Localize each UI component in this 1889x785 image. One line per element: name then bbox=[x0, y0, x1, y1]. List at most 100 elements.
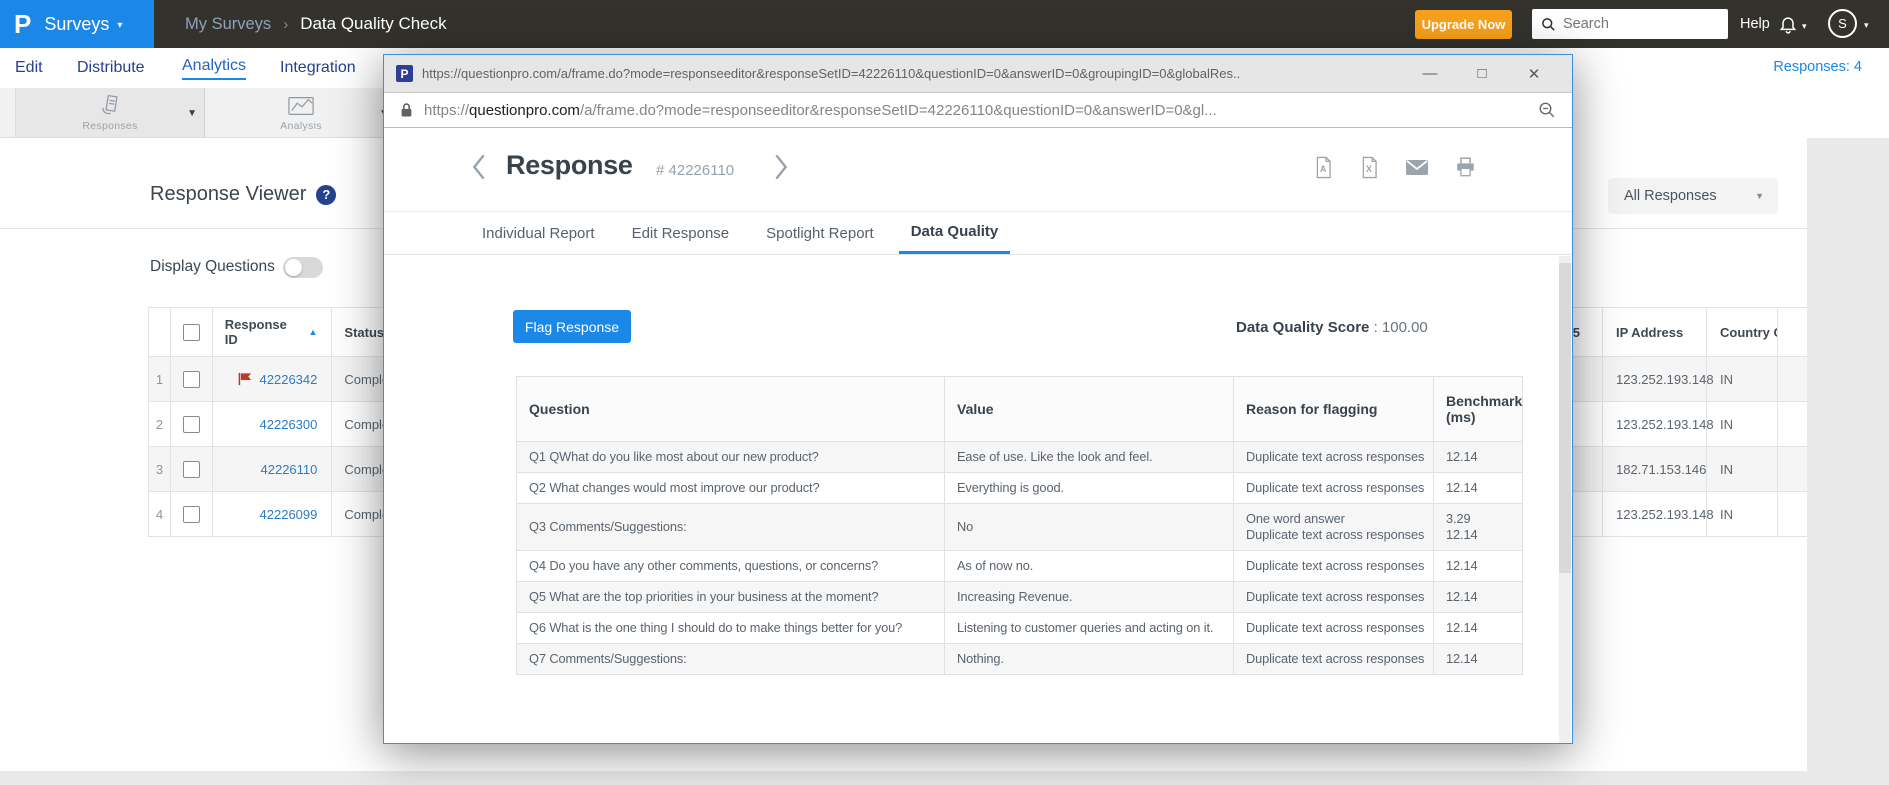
tab-individual-report[interactable]: Individual Report bbox=[470, 212, 607, 254]
tab-edit-response[interactable]: Edit Response bbox=[620, 212, 742, 254]
row-checkbox[interactable] bbox=[183, 506, 200, 523]
tab-data-quality[interactable]: Data Quality bbox=[899, 212, 1011, 254]
column-header-benchmark: Benchmark (ms) bbox=[1434, 377, 1523, 442]
help-icon[interactable]: ? bbox=[316, 185, 336, 205]
table-row: Q2 What changes would most improve our p… bbox=[517, 473, 1523, 504]
modal-scrollbar[interactable] bbox=[1559, 256, 1571, 743]
product-name: Surveys bbox=[44, 14, 109, 35]
question-cell: Q5 What are the top priorities in your b… bbox=[517, 582, 945, 613]
print-icon[interactable] bbox=[1454, 156, 1477, 179]
toolbar-tile-responses[interactable]: Responses ▼ bbox=[15, 88, 205, 137]
search-input[interactable] bbox=[1563, 16, 1713, 32]
flag-icon bbox=[238, 372, 253, 386]
breadcrumb: My Surveys › Data Quality Check bbox=[185, 0, 447, 48]
chevron-down-icon[interactable]: ▼ bbox=[187, 108, 197, 119]
display-questions-label: Display Questions bbox=[150, 258, 275, 276]
analysis-icon bbox=[286, 93, 316, 119]
email-icon[interactable] bbox=[1405, 156, 1429, 179]
benchmark-cell: 12.14 bbox=[1446, 620, 1520, 636]
value-cell: As of now no. bbox=[945, 551, 1234, 582]
country-cell: IN bbox=[1707, 447, 1778, 491]
tab-edit[interactable]: Edit bbox=[15, 48, 43, 88]
data-quality-score: Data Quality Score : 100.00 bbox=[1236, 319, 1428, 336]
row-checkbox[interactable] bbox=[183, 461, 200, 478]
column-header-question: Question bbox=[517, 377, 945, 442]
toolbar-tile-label: Responses bbox=[82, 120, 137, 132]
response-id-link[interactable]: 42226342 bbox=[260, 372, 318, 387]
value-cell: No bbox=[945, 504, 1234, 551]
tab-analytics[interactable]: Analytics bbox=[182, 48, 246, 88]
reason-cell: Duplicate text across responses bbox=[1246, 527, 1431, 543]
question-cell: Q4 Do you have any other comments, quest… bbox=[517, 551, 945, 582]
tab-distribute[interactable]: Distribute bbox=[77, 48, 145, 88]
column-header-ip[interactable]: IP Address bbox=[1603, 308, 1707, 356]
scrollbar-thumb[interactable] bbox=[1559, 263, 1571, 573]
select-all-checkbox[interactable] bbox=[183, 324, 200, 341]
responses-filter-dropdown[interactable]: All Responses ▼ bbox=[1608, 178, 1778, 214]
chevron-down-icon[interactable]: ▾ bbox=[1864, 20, 1869, 31]
response-id-link[interactable]: 42226110 bbox=[261, 462, 318, 477]
response-header: Response # 42226110 A X bbox=[384, 128, 1572, 212]
question-cell: Q1 QWhat do you like most about our new … bbox=[517, 442, 945, 473]
table-row: Q7 Comments/Suggestions: Nothing. Duplic… bbox=[517, 644, 1523, 675]
column-header-value: Value bbox=[945, 377, 1234, 442]
question-cell: Q6 What is the one thing I should do to … bbox=[517, 613, 945, 644]
table-header-row: 5 IP Address Country Co bbox=[1560, 307, 1807, 357]
reason-cell: One word answer bbox=[1246, 511, 1431, 527]
zoom-out-icon[interactable] bbox=[1538, 101, 1556, 119]
global-search bbox=[1532, 9, 1728, 39]
display-questions-toggle[interactable] bbox=[283, 257, 323, 278]
table-row: Q6 What is the one thing I should do to … bbox=[517, 613, 1523, 644]
flag-response-button[interactable]: Flag Response bbox=[513, 310, 631, 343]
question-cell: Q3 Comments/Suggestions: bbox=[517, 504, 945, 551]
svg-text:X: X bbox=[1366, 164, 1372, 174]
address-bar: https://questionpro.com/a/frame.do?mode=… bbox=[384, 93, 1572, 128]
toolbar-tile-analysis[interactable]: Analysis ▼ bbox=[206, 88, 396, 137]
breadcrumb-my-surveys[interactable]: My Surveys bbox=[185, 15, 271, 34]
table-row: Q1 QWhat do you like most about our new … bbox=[517, 442, 1523, 473]
response-id-link[interactable]: 42226300 bbox=[260, 417, 318, 432]
export-excel-icon[interactable]: X bbox=[1359, 156, 1380, 179]
product-switcher[interactable]: P Surveys ▾ bbox=[0, 0, 154, 48]
value-cell: Increasing Revenue. bbox=[945, 582, 1234, 613]
response-id-link[interactable]: 42226099 bbox=[260, 507, 318, 522]
column-header-reason: Reason for flagging bbox=[1234, 377, 1434, 442]
avatar-initial: S bbox=[1838, 16, 1847, 31]
app: P Surveys ▾ My Surveys › Data Quality Ch… bbox=[0, 0, 1889, 785]
benchmark-cell: 12.14 bbox=[1446, 480, 1520, 496]
reason-cell: Duplicate text across responses bbox=[1246, 589, 1431, 605]
ip-cell: 182.71.153.146 bbox=[1603, 447, 1707, 491]
upgrade-now-button[interactable]: Upgrade Now bbox=[1415, 10, 1512, 39]
responses-count-link[interactable]: Responses: 4 bbox=[1773, 59, 1862, 75]
reason-cell: Duplicate text across responses bbox=[1246, 620, 1431, 636]
row-checkbox[interactable] bbox=[183, 371, 200, 388]
previous-response-button[interactable] bbox=[472, 154, 486, 185]
response-editor-window: P https://questionpro.com/a/frame.do?mod… bbox=[383, 54, 1573, 744]
avatar[interactable]: S bbox=[1828, 9, 1857, 38]
search-icon bbox=[1541, 17, 1556, 32]
address-url[interactable]: https://questionpro.com/a/frame.do?mode=… bbox=[424, 102, 1217, 119]
ip-cell: 123.252.193.148 bbox=[1603, 357, 1707, 401]
value-cell: Everything is good. bbox=[945, 473, 1234, 504]
close-button[interactable]: ✕ bbox=[1508, 65, 1560, 83]
page-title: Response Viewer bbox=[150, 183, 306, 206]
benchmark-cell: 12.14 bbox=[1446, 558, 1520, 574]
tab-integration[interactable]: Integration bbox=[280, 48, 356, 88]
toolbar-tile-label: Analysis bbox=[280, 120, 322, 132]
tab-spotlight-report[interactable]: Spotlight Report bbox=[754, 212, 886, 254]
export-pdf-icon[interactable]: A bbox=[1313, 156, 1334, 179]
help-link[interactable]: Help bbox=[1740, 0, 1770, 48]
sort-asc-icon[interactable]: ▲ bbox=[308, 327, 317, 337]
column-header-response-id[interactable]: Response ID bbox=[225, 317, 299, 347]
svg-text:A: A bbox=[1320, 164, 1327, 174]
next-response-button[interactable] bbox=[774, 154, 788, 185]
bell-icon bbox=[1778, 13, 1798, 35]
row-checkbox[interactable] bbox=[183, 416, 200, 433]
minimize-button[interactable]: — bbox=[1404, 65, 1456, 82]
notifications-button[interactable]: ▾ bbox=[1778, 13, 1807, 35]
window-titlebar[interactable]: P https://questionpro.com/a/frame.do?mod… bbox=[384, 55, 1572, 93]
maximize-button[interactable]: □ bbox=[1456, 65, 1508, 82]
column-header-country[interactable]: Country Co bbox=[1707, 308, 1778, 356]
table-row: 123.252.193.148 IN bbox=[1560, 402, 1807, 447]
value-cell: Listening to customer queries and acting… bbox=[945, 613, 1234, 644]
